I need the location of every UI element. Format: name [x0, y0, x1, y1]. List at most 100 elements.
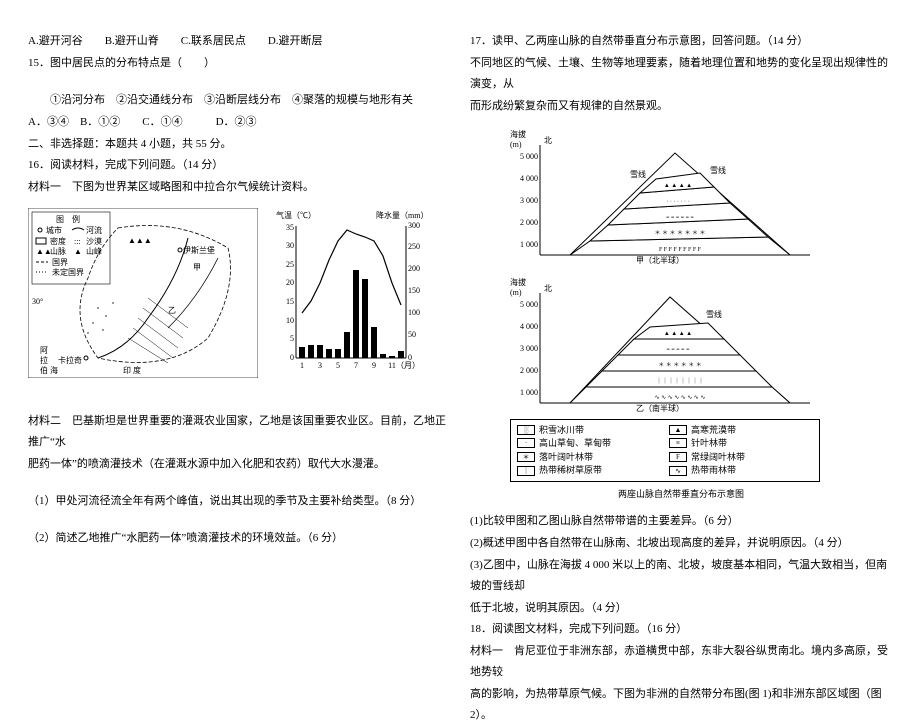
svg-text:4 000: 4 000	[520, 174, 538, 183]
svg-text:5: 5	[290, 334, 294, 343]
svg-text:250: 250	[408, 242, 420, 251]
svg-text:25: 25	[286, 260, 294, 269]
temp-line	[302, 230, 401, 313]
svg-text:密度: 密度	[50, 236, 66, 246]
svg-text:山脉: 山脉	[50, 246, 66, 256]
svg-text:3: 3	[318, 361, 322, 370]
svg-text:甲（北半球）: 甲（北半球）	[636, 255, 684, 265]
climate-chart: 气温（℃） 降水量（mm） 0510 152025 3035 050100 15…	[268, 208, 428, 378]
svg-text:(m): (m)	[510, 140, 522, 149]
q17-sub3-line2: 低于北坡，说明其原因。（4 分）	[470, 598, 892, 619]
q16-material2-line2: 肥药一体”的喷滴灌技术（在灌溉水源中加入化肥和农药）取代大水漫灌。	[28, 454, 450, 475]
q16-material1: 材料一 下图为世界某区域略图和中拉合尔气候统计资料。	[28, 177, 450, 198]
svg-text:3 000: 3 000	[520, 196, 538, 205]
svg-text:(m): (m)	[510, 288, 522, 297]
right-column: 17．读甲、乙两座山脉的自然带垂直分布示意图，回答问题。（14 分） 不同地区的…	[460, 30, 902, 630]
q17-intro-line1: 不同地区的气候、土壤、生物等地理要素，随着地理位置和地势的变化呈现出规律性的演变…	[470, 53, 892, 95]
section-2-heading: 二、非选择题：本题共 4 小题，共 55 分。	[28, 134, 450, 155]
svg-text:＊ ＊ ＊ ＊ ＊ ＊ ＊: ＊ ＊ ＊ ＊ ＊ ＊ ＊	[654, 230, 705, 237]
q14-options: A.避开河谷 B.避开山脊 C.联系居民点 D.避开断层	[28, 31, 450, 52]
svg-text:5 000: 5 000	[520, 300, 538, 309]
q15-choices: A．③④ B．①② C．①④ D．②③	[28, 112, 450, 133]
svg-text:城市: 城市	[46, 225, 62, 235]
svg-text:伊斯兰堡: 伊斯兰堡	[183, 245, 215, 255]
svg-text:印 度: 印 度	[123, 365, 141, 375]
svg-text:雪线: 雪线	[706, 309, 722, 319]
svg-text:0: 0	[290, 353, 294, 362]
mountain-yi: 海拔 (m) 北 5 000 4 000 3 000 2 000 1 000 ∿ ∿ …	[510, 273, 820, 413]
svg-text:35: 35	[286, 223, 294, 232]
svg-text:雪线: 雪线	[710, 165, 726, 175]
svg-text:≡ ≡ ≡ ≡ ≡ ≡: ≡ ≡ ≡ ≡ ≡ ≡	[666, 215, 694, 221]
svg-text:北: 北	[544, 136, 552, 145]
mountain-jia: 海拔 (m) 北 5 0004 000 3 0002 0001 000 F F …	[510, 125, 820, 265]
svg-text:∿ ∿ ∿ ∿ ∿ ∿ ∿ ∿: ∿ ∿ ∿ ∿ ∿ ∿ ∿ ∿	[655, 395, 706, 401]
svg-text:气温（℃）: 气温（℃）	[276, 210, 316, 220]
svg-text:（月）: （月）	[396, 361, 420, 370]
svg-text:拉: 拉	[40, 355, 48, 365]
svg-text:1 000: 1 000	[520, 240, 538, 249]
svg-text:｜｜｜｜｜｜｜｜: ｜｜｜｜｜｜｜｜	[656, 378, 704, 385]
svg-text:· · · · · · ·: · · · · · · ·	[667, 199, 690, 205]
svg-text:国界: 国界	[52, 258, 68, 267]
q16-material2-line1: 材料二 巴基斯坦是世界重要的灌溉农业国家，乙地是该国重要农业区。目前，乙地正推广…	[28, 411, 450, 453]
svg-text:＊ ＊ ＊ ＊ ＊ ＊: ＊ ＊ ＊ ＊ ＊ ＊	[658, 362, 702, 369]
svg-text:山峰: 山峰	[86, 246, 102, 256]
q15-items: ①沿河分布 ②沿交通线分布 ③沿断层线分布 ④聚落的规模与地形有关	[28, 90, 450, 111]
svg-text:200: 200	[408, 264, 420, 273]
left-column: A.避开河谷 B.避开山脊 C.联系居民点 D.避开断层 15．图中居民点的分布…	[18, 30, 460, 630]
figure-caption: 两座山脉自然带垂直分布示意图	[470, 486, 892, 503]
svg-text:1 000: 1 000	[520, 388, 538, 397]
svg-text:降水量（mm）: 降水量（mm）	[376, 210, 428, 220]
svg-text:150: 150	[408, 286, 420, 295]
map-legend-title: 图 例	[56, 214, 80, 224]
svg-text:30°: 30°	[32, 297, 43, 306]
q16-stem: 16．阅读材料，完成下列问题。（14 分）	[28, 155, 450, 176]
svg-text:≡ ≡ ≡ ≡ ≡: ≡ ≡ ≡ ≡ ≡	[667, 347, 691, 353]
svg-text:2 000: 2 000	[520, 218, 538, 227]
svg-text:50: 50	[408, 330, 416, 339]
svg-text:7: 7	[354, 361, 358, 370]
q17-sub3-line1: (3)乙图中，山脉在海拔 4 000 米以上的南、北坡，坡度基本相同，气温大致相…	[470, 555, 892, 597]
svg-text:5: 5	[336, 361, 340, 370]
svg-text:11: 11	[388, 361, 396, 370]
svg-text:海拔: 海拔	[510, 277, 526, 287]
svg-text:河流: 河流	[86, 225, 102, 235]
mountain-legend: ░积雪冰川带 ▲高寒荒漠带 ·高山草甸、草甸带 ≡针叶林带 ＊落叶阔叶林带 F常…	[510, 419, 820, 482]
svg-text:▲ ▲ ▲ ▲: ▲ ▲ ▲ ▲	[664, 183, 692, 189]
svg-text:▲▲▲: ▲▲▲	[128, 236, 152, 245]
svg-text:甲: 甲	[193, 263, 201, 272]
svg-text:300: 300	[408, 221, 420, 230]
q18-material1-line1: 材料一 肯尼亚位于非洲东部，赤道横贯中部，东非大裂谷纵贯南北。境内多高原，受地势…	[470, 641, 892, 683]
svg-text:30: 30	[286, 241, 294, 250]
svg-text:20: 20	[286, 278, 294, 287]
svg-text:2 000: 2 000	[520, 366, 538, 375]
svg-text:100: 100	[408, 308, 420, 317]
svg-text:F F F F F F F F F: F F F F F F F F F	[659, 247, 702, 253]
q15-stem: 15．图中居民点的分布特点是（ ）	[28, 53, 450, 74]
region-map: 图 例 城市 河流 密度 :::沙漠 ▲▲山脉 ▲山峰 国界 未定国界 30°	[28, 208, 258, 378]
q17-intro-line2: 而形成纷繁复杂而又有规律的自然景观。	[470, 96, 892, 117]
svg-text:乙: 乙	[168, 306, 176, 315]
svg-text:海拔: 海拔	[510, 129, 526, 139]
svg-text:15: 15	[286, 297, 294, 306]
q18-material1-line2: 高的影响，为热带草原气候。下图为非洲的自然带分布图(图 1)和非洲东部区域图（图…	[470, 684, 892, 726]
svg-text:10: 10	[286, 316, 294, 325]
q16-figures: 图 例 城市 河流 密度 :::沙漠 ▲▲山脉 ▲山峰 国界 未定国界 30°	[28, 208, 450, 378]
svg-text:4 000: 4 000	[520, 322, 538, 331]
svg-text:3 000: 3 000	[520, 344, 538, 353]
svg-text:伯: 伯	[40, 365, 48, 375]
svg-text:9: 9	[372, 361, 376, 370]
q17-sub2: (2)概述甲图中各自然带在山脉南、北坡出现高度的差异，并说明原因。（4 分）	[470, 533, 892, 554]
svg-text:海: 海	[50, 365, 58, 375]
q16-sub2: （2）简述乙地推广“水肥药一体”喷滴灌技术的环境效益。（6 分）	[28, 528, 450, 549]
svg-text:阿: 阿	[40, 346, 48, 355]
svg-text:北: 北	[544, 284, 552, 293]
svg-text:未定国界: 未定国界	[52, 267, 84, 277]
q17-sub1: (1)比较甲图和乙图山脉自然带带谱的主要差异。（6 分）	[470, 511, 892, 532]
svg-text:▲: ▲	[74, 247, 82, 256]
svg-text:雪线: 雪线	[630, 169, 646, 179]
svg-text:乙（南半球）: 乙（南半球）	[636, 403, 684, 413]
precip-bars	[299, 270, 404, 358]
svg-text:1: 1	[300, 361, 304, 370]
